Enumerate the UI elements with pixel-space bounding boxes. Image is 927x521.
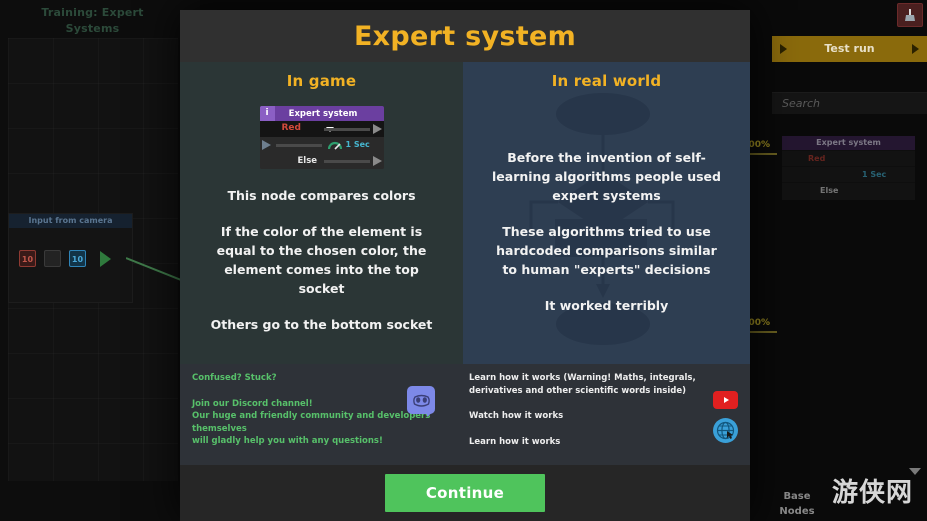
background-expert-system-node[interactable]: Expert system Red 1 Sec Else — [782, 136, 915, 200]
node-color-value: Red — [281, 123, 301, 133]
in-real-world-column: In real world Before the invention of se… — [463, 62, 750, 364]
background-node-time-value: 1 Sec — [862, 170, 887, 179]
watermark: 游侠网 — [831, 478, 913, 508]
in-game-heading: In game — [286, 72, 357, 90]
search-input[interactable]: Search — [772, 92, 927, 114]
discord-links: Confused? Stuck? Join our Discord channe… — [180, 364, 463, 465]
training-title: Training: Expert Systems — [41, 6, 144, 35]
learn-how-it-works-link[interactable]: Learn how it works — [469, 436, 740, 449]
camera-node-body: 10 10 — [9, 228, 132, 267]
node-time-row: 1 Sec — [259, 137, 384, 153]
youtube-icon[interactable] — [713, 391, 738, 409]
real-world-paragraph-2: These algorithms tried to use hardcoded … — [496, 224, 717, 277]
node-else-row: Else — [259, 153, 384, 169]
node-output-socket-bottom-icon — [372, 156, 382, 166]
in-real-world-heading: In real world — [551, 72, 662, 90]
node-input-socket-icon — [261, 140, 271, 150]
continue-button[interactable]: Continue — [385, 474, 545, 512]
discord-icon[interactable] — [407, 386, 435, 414]
node-title: Expert system — [288, 108, 358, 119]
in-game-paragraph-1: This node compares colors — [227, 188, 416, 203]
dialog-header: Expert system — [180, 10, 750, 62]
background-node-time-row[interactable]: 1 Sec — [782, 166, 915, 182]
learn-warning-line-2: derivatives and other scientific words i… — [469, 385, 686, 396]
real-world-paragraph-1: Before the invention of self-learning al… — [492, 150, 721, 203]
node-else-label: Else — [297, 156, 318, 166]
node-socket-line — [323, 128, 370, 131]
dialog-columns: In game i Expert system Red 1 Sec Else T… — [180, 62, 750, 364]
test-run-label: Test run — [824, 42, 875, 55]
expert-system-node-preview: i Expert system Red 1 Sec Else — [259, 106, 384, 169]
links-footer: Confused? Stuck? Join our Discord channe… — [180, 364, 750, 465]
confused-label: Confused? Stuck? — [192, 373, 277, 383]
screen: Training: Expert Systems Input from came… — [0, 0, 927, 521]
broom-glyph — [905, 9, 915, 21]
background-node-color-value: Red — [808, 154, 826, 163]
info-icon[interactable]: i — [259, 106, 275, 121]
learn-warning-line-1: Learn how it works (Warning! Maths, inte… — [469, 373, 696, 383]
play-right-icon — [911, 44, 919, 54]
watch-how-it-works-link[interactable]: Watch how it works — [469, 410, 740, 423]
camera-swatch-blue[interactable]: 10 — [69, 250, 86, 267]
dialog-title: Expert system — [353, 20, 577, 52]
dialog-actions: Continue — [180, 465, 750, 521]
discord-glyph — [412, 394, 430, 407]
play-glyph — [723, 397, 729, 403]
background-node-color-row[interactable]: Red — [782, 150, 915, 166]
base-nodes-tab[interactable]: Base Nodes — [775, 489, 819, 519]
node-header: i Expert system — [259, 106, 384, 121]
node-input-line — [275, 144, 322, 147]
timer-gauge-icon — [327, 141, 342, 150]
camera-swatch-gray[interactable] — [44, 250, 61, 267]
progress-bar-bottom — [749, 331, 777, 333]
in-game-paragraph-2: If the color of the element is equal to … — [216, 224, 427, 296]
background-node-else-label: Else — [820, 186, 839, 195]
globe-glyph — [716, 421, 735, 440]
node-time-value: 1 Sec — [345, 140, 370, 149]
globe-icon[interactable] — [713, 418, 738, 443]
camera-node-title: Input from camera — [9, 214, 132, 228]
in-game-paragraph-3: Others go to the bottom socket — [210, 317, 433, 332]
camera-swatch-red[interactable]: 10 — [19, 250, 36, 267]
play-left-icon — [780, 44, 787, 54]
learn-links: Learn how it works (Warning! Maths, inte… — [463, 364, 750, 465]
real-world-paragraph-3: It worked terribly — [544, 298, 669, 313]
discord-invite-line-3: will gladly help you with any questions! — [192, 436, 383, 446]
test-run-button[interactable]: Test run — [772, 36, 927, 62]
in-game-column: In game i Expert system Red 1 Sec Else T… — [180, 62, 463, 364]
node-color-row: Red — [259, 121, 384, 137]
broom-icon[interactable] — [897, 3, 923, 27]
progress-bar-top — [749, 153, 777, 155]
node-socket-line-bottom — [323, 160, 370, 163]
background-right-panel: Test run Search Expert system Red 1 Sec … — [742, 0, 927, 521]
node-output-socket-top-icon — [372, 124, 382, 134]
flowchart-illustration — [529, 93, 675, 345]
background-node-title: Expert system — [782, 136, 915, 150]
expert-system-dialog: Expert system In game i Expert system Re… — [180, 10, 750, 521]
input-from-camera-node[interactable]: Input from camera 10 10 — [8, 213, 133, 303]
camera-output-arrow-icon[interactable] — [100, 250, 111, 267]
background-node-else-row[interactable]: Else — [782, 182, 915, 198]
background-left-panel: Training: Expert Systems Input from came… — [0, 0, 200, 521]
